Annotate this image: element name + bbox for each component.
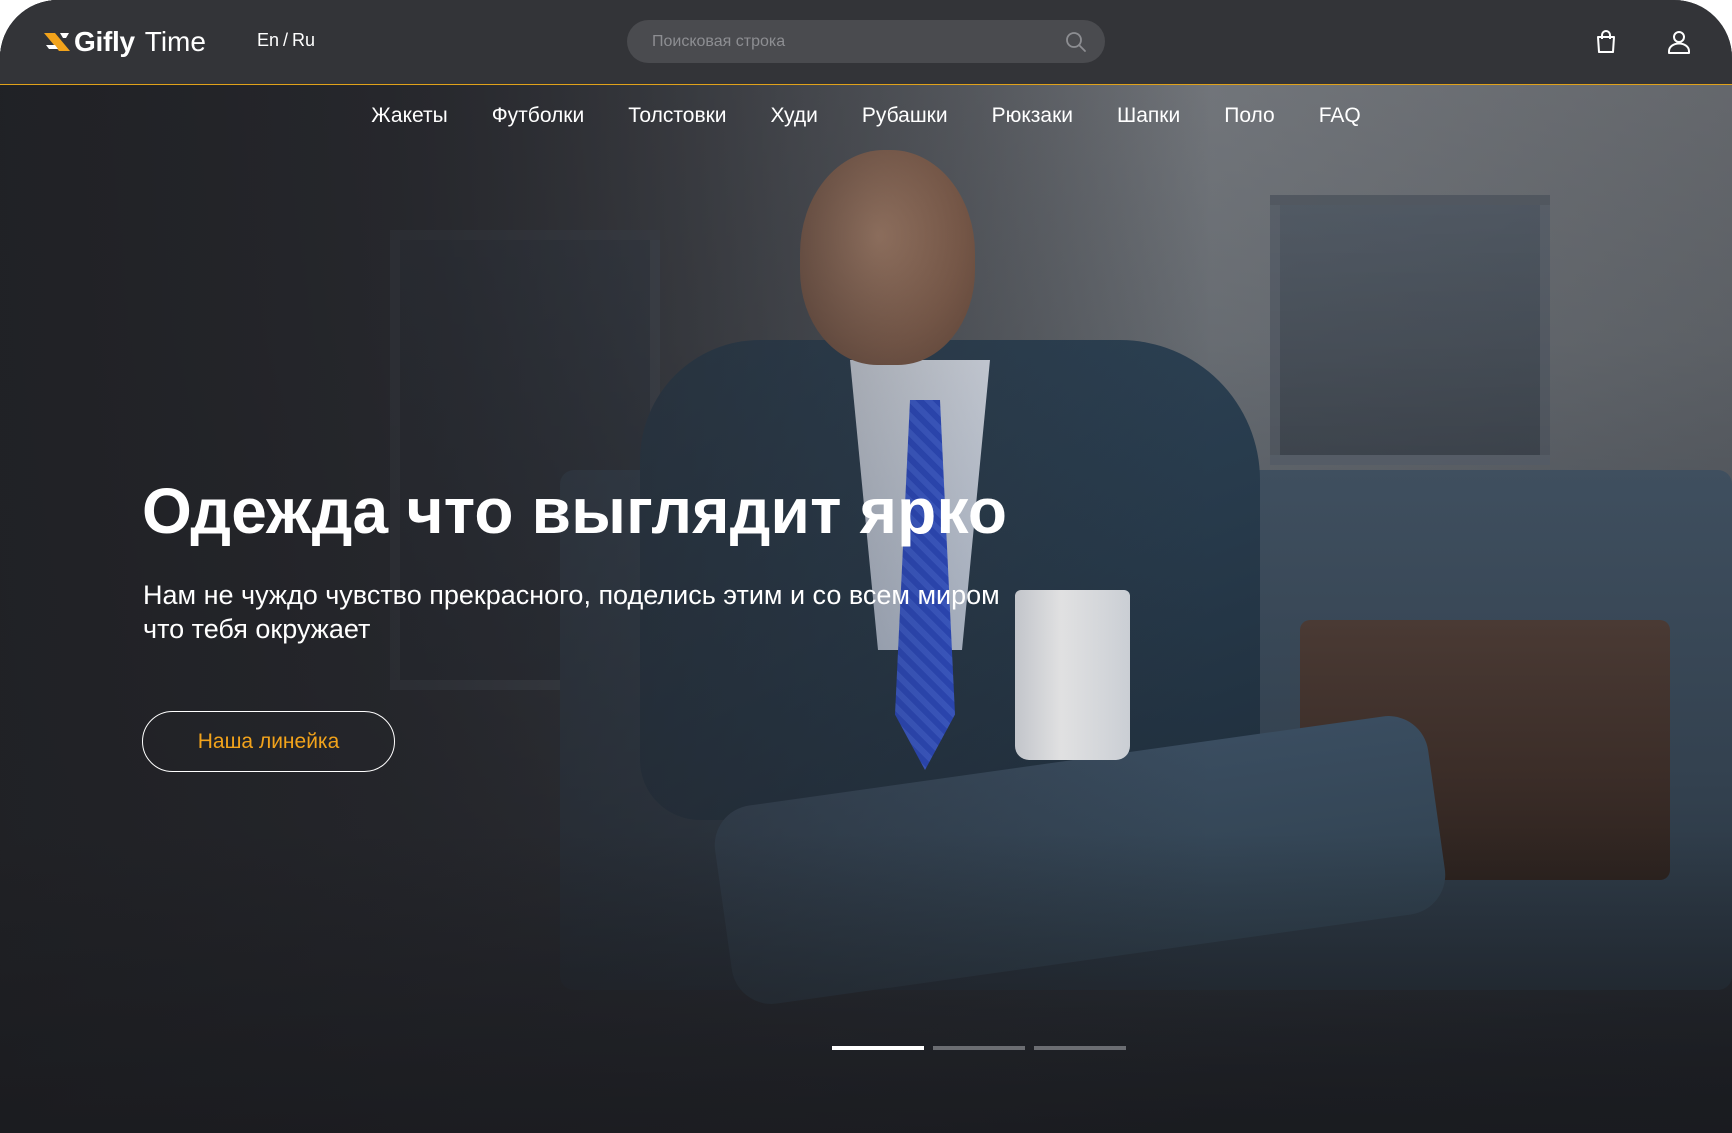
nav-item-hats[interactable]: Шапки xyxy=(1095,104,1202,128)
nav-item-sweatshirts[interactable]: Толстовки xyxy=(606,104,748,128)
nav-item-faq[interactable]: FAQ xyxy=(1297,104,1383,128)
nav-item-backpacks[interactable]: Рюкзаки xyxy=(970,104,1095,128)
slider-dot-1[interactable] xyxy=(832,1046,924,1050)
brand-name-bold: Gifly xyxy=(74,26,135,57)
nav-item-shirts[interactable]: Рубашки xyxy=(840,104,970,128)
page-frame: Gifly Time En / Ru Жакеты Футболки Толсто… xyxy=(0,0,1732,1133)
shopping-bag-icon[interactable] xyxy=(1593,29,1619,55)
our-collection-button[interactable]: Наша линейка xyxy=(142,711,395,772)
user-icon[interactable] xyxy=(1666,29,1692,55)
search-bar xyxy=(627,20,1105,63)
nav-item-tshirts[interactable]: Футболки xyxy=(470,104,607,128)
hero-bottom-overlay xyxy=(0,833,1732,1133)
ribbon-logo-icon xyxy=(44,33,70,51)
nav-item-polo[interactable]: Поло xyxy=(1202,104,1296,128)
nav-item-hoodies[interactable]: Худи xyxy=(749,104,840,128)
hero-subtitle: Нам не чуждо чувство прекрасного, подели… xyxy=(143,580,1000,644)
nav-item-jackets[interactable]: Жакеты xyxy=(349,104,469,128)
brand-logo[interactable]: Gifly Time xyxy=(44,24,206,60)
hero-title: Одежда что выглядит ярко xyxy=(142,475,1008,547)
language-en[interactable]: En xyxy=(257,30,279,51)
search-icon[interactable] xyxy=(1065,31,1087,53)
slider-indicators xyxy=(832,1046,1126,1050)
language-ru[interactable]: Ru xyxy=(292,30,315,51)
category-nav: Жакеты Футболки Толстовки Худи Рубашки Р… xyxy=(0,104,1732,128)
search-input[interactable] xyxy=(650,31,1065,52)
brand-name-light: Time xyxy=(144,26,206,57)
language-separator: / xyxy=(283,30,289,50)
language-switcher: En / Ru xyxy=(257,30,315,51)
slider-dot-2[interactable] xyxy=(933,1046,1025,1050)
slider-dot-3[interactable] xyxy=(1034,1046,1126,1050)
site-header: Gifly Time En / Ru xyxy=(0,0,1732,85)
